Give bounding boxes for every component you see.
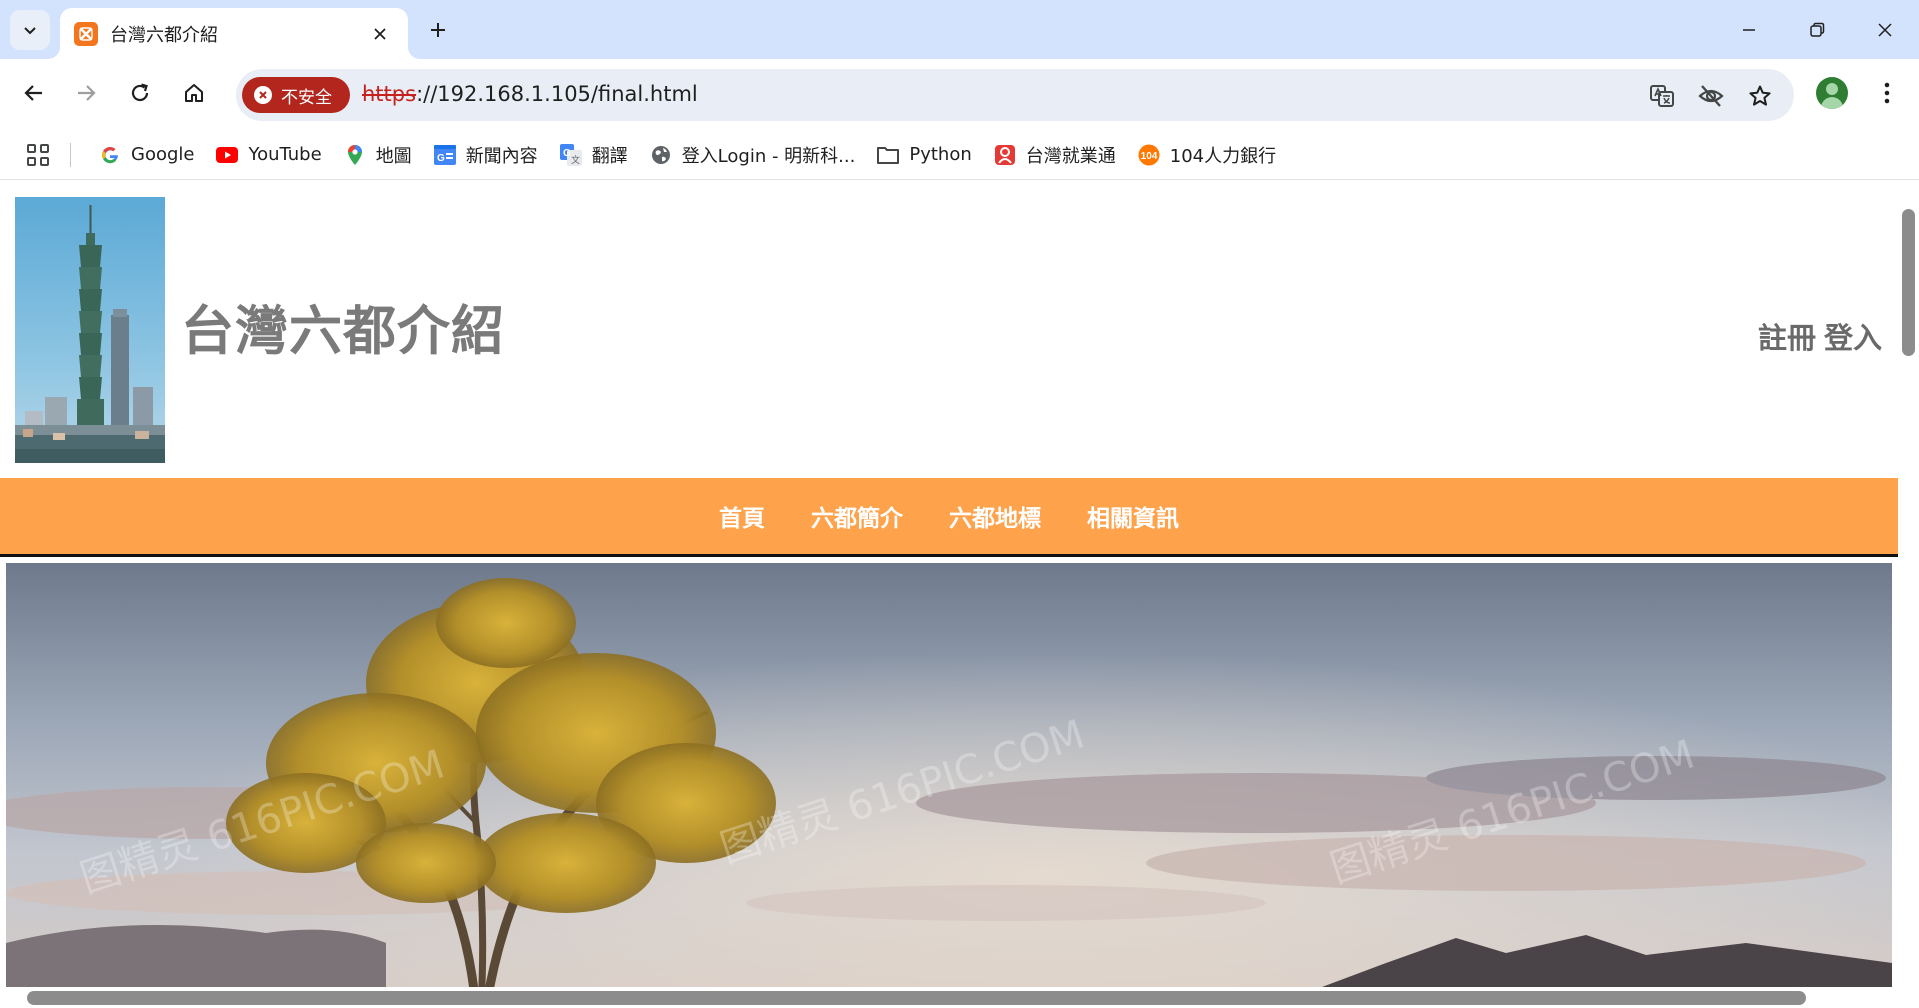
taipei-101-image xyxy=(15,197,165,463)
bookmark-label: YouTube xyxy=(248,144,322,165)
bookmark-label: 翻譯 xyxy=(591,145,628,167)
page-viewport: 台灣六都介紹 註冊 登入 首頁 六都簡介 六都地標 相關資訊 图精灵 616PI… xyxy=(0,181,1919,1008)
folder-icon xyxy=(877,144,900,166)
svg-text:G: G xyxy=(437,153,445,164)
bookmark-104[interactable]: 104 104人力銀行 xyxy=(1130,137,1284,173)
tab-search-button[interactable] xyxy=(10,10,50,50)
vertical-scrollbar-thumb[interactable] xyxy=(1902,209,1915,356)
bookmark-label: Python xyxy=(909,144,972,165)
close-window-button[interactable] xyxy=(1858,8,1912,52)
more-vertical-icon xyxy=(1884,82,1890,104)
back-button[interactable] xyxy=(14,73,54,113)
nav-related-info[interactable]: 相關資訊 xyxy=(1087,499,1179,533)
horizontal-scrollbar-thumb[interactable] xyxy=(27,991,1806,1005)
chevron-down-icon xyxy=(24,27,36,35)
bookmark-translate[interactable]: G文 翻譯 xyxy=(552,137,636,173)
browser-title-bar: 台灣六都介紹 xyxy=(0,0,1919,59)
site-title: 台灣六都介紹 xyxy=(181,301,505,362)
plus-icon xyxy=(431,23,445,37)
home-icon xyxy=(185,84,203,102)
bookmark-youtube[interactable]: YouTube xyxy=(208,137,329,173)
bookmarks-separator xyxy=(70,142,71,167)
tracking-protection-button[interactable] xyxy=(1696,81,1726,111)
close-icon xyxy=(1878,23,1892,37)
apps-grid-icon[interactable] xyxy=(24,141,52,169)
bookmark-python-folder[interactable]: Python xyxy=(869,137,979,173)
arrow-left-icon xyxy=(24,85,42,101)
bookmark-login[interactable]: 登入Login - 明新科... xyxy=(642,137,864,173)
main-nav: 首頁 六都簡介 六都地標 相關資訊 xyxy=(0,478,1898,557)
minimize-button[interactable] xyxy=(1722,8,1776,52)
minimize-icon xyxy=(1743,29,1755,31)
star-icon xyxy=(1749,85,1771,106)
browser-toolbar: 不安全 https://192.168.1.105/final.html xyxy=(0,59,1919,130)
bookmark-news[interactable]: G 新聞內容 xyxy=(426,137,546,173)
home-button[interactable] xyxy=(174,73,214,113)
bookmark-label: 台灣就業通 xyxy=(1025,145,1116,167)
not-secure-icon xyxy=(254,86,272,104)
active-tab[interactable]: 台灣六都介紹 xyxy=(60,8,408,59)
translate-page-button[interactable] xyxy=(1647,81,1677,111)
bookmark-label: 登入Login - 明新科... xyxy=(681,145,856,167)
banner-tree-image: 图精灵 616PIC.COM 图精灵 616PIC.COM 图精灵 616PIC… xyxy=(6,563,1892,1008)
job-icon xyxy=(994,144,1016,166)
reload-icon xyxy=(131,83,149,102)
nav-landmarks[interactable]: 六都地標 xyxy=(949,499,1041,533)
nav-home[interactable]: 首頁 xyxy=(719,499,765,533)
arrow-right-icon xyxy=(78,85,96,101)
url-text[interactable]: https://192.168.1.105/final.html xyxy=(362,82,698,106)
close-icon xyxy=(374,27,386,40)
site-header: 台灣六都介紹 註冊 登入 xyxy=(0,181,1898,478)
url-scheme: https xyxy=(362,82,417,106)
translate-icon: G文 xyxy=(559,143,582,166)
youtube-icon xyxy=(216,144,239,166)
svg-text:文: 文 xyxy=(571,154,580,166)
new-tab-button[interactable] xyxy=(420,12,456,48)
svg-text:G: G xyxy=(563,148,571,159)
auth-links: 註冊 登入 xyxy=(1750,315,1882,357)
bookmark-label: 104人力銀行 xyxy=(1169,145,1277,167)
translate-icon xyxy=(1650,85,1674,107)
register-link[interactable]: 註冊 xyxy=(1758,321,1816,355)
browser-menu-button[interactable] xyxy=(1872,73,1902,113)
address-bar[interactable]: 不安全 https://192.168.1.105/final.html xyxy=(236,69,1794,121)
bookmark-maps[interactable]: 地圖 xyxy=(336,137,420,173)
bookmark-google[interactable]: Google xyxy=(91,137,202,173)
bookmark-star-button[interactable] xyxy=(1745,81,1775,111)
security-chip[interactable]: 不安全 xyxy=(242,77,350,113)
globe-icon xyxy=(650,144,672,166)
maps-icon xyxy=(344,144,366,166)
restore-button[interactable] xyxy=(1790,8,1844,52)
reload-button[interactable] xyxy=(120,73,160,113)
tab-close-button[interactable] xyxy=(366,20,394,48)
nav-six-cities-intro[interactable]: 六都簡介 xyxy=(811,499,903,533)
bookmarks-bar: Google YouTube 地圖 G 新聞內容 G文 翻譯 登入Login -… xyxy=(0,130,1919,180)
google-icon xyxy=(99,144,121,166)
bookmark-label: 新聞內容 xyxy=(465,145,538,167)
bookmark-label: Google xyxy=(131,144,195,165)
news-icon: G xyxy=(433,144,456,166)
svg-text:104: 104 xyxy=(1140,151,1157,162)
profile-avatar[interactable] xyxy=(1816,77,1848,109)
login-link[interactable]: 登入 xyxy=(1824,321,1882,355)
bookmark-taiwan-jobs[interactable]: 台灣就業通 xyxy=(986,137,1124,173)
104-icon: 104 xyxy=(1138,144,1160,166)
forward-button[interactable] xyxy=(66,73,106,113)
xampp-icon xyxy=(74,21,98,46)
bookmark-label: 地圖 xyxy=(375,145,412,167)
security-label: 不安全 xyxy=(281,87,332,108)
eye-off-icon xyxy=(1698,85,1724,107)
tab-title: 台灣六都介紹 xyxy=(110,24,218,46)
restore-icon xyxy=(1810,22,1825,37)
url-path: ://192.168.1.105/final.html xyxy=(416,82,698,106)
